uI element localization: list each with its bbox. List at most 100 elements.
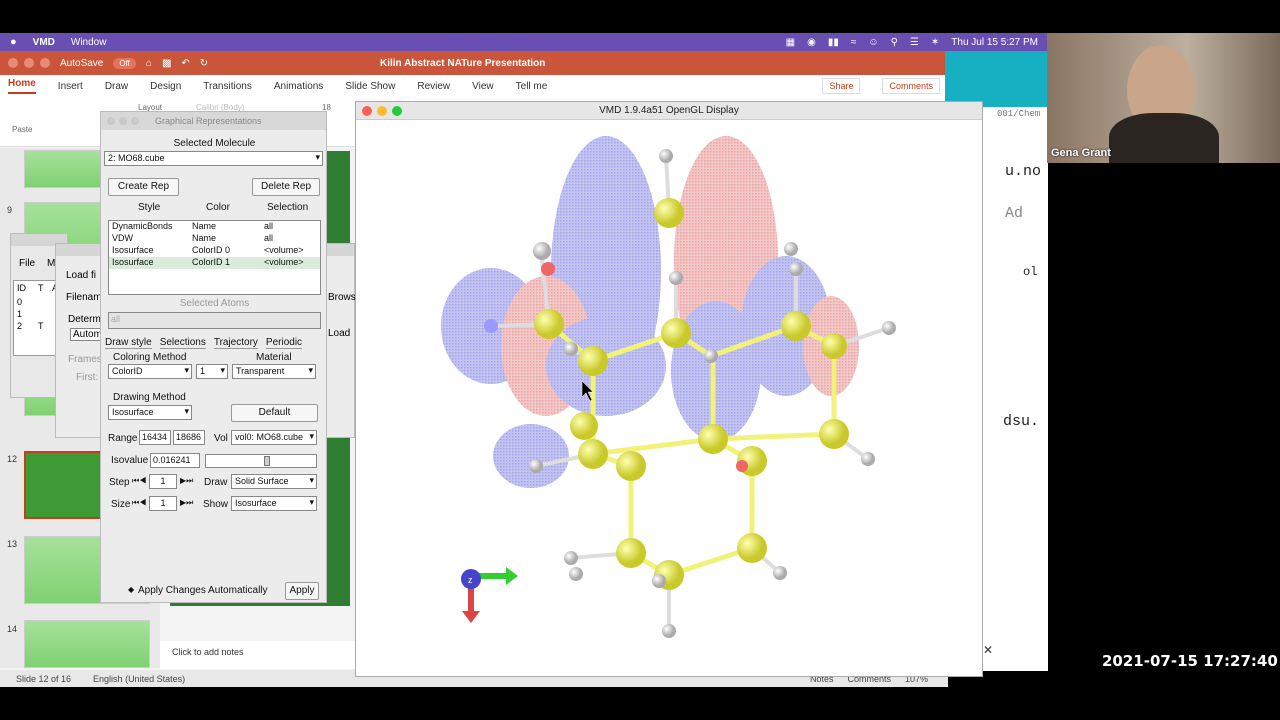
vol-label: Vol	[214, 433, 228, 444]
menu-window[interactable]: Window	[71, 37, 107, 48]
load-button[interactable]: Load	[328, 328, 350, 339]
close-icon[interactable]	[362, 105, 372, 116]
step-increment-icon[interactable]: ▶⏭	[180, 476, 193, 486]
rep-color: Name	[192, 221, 217, 231]
user-icon[interactable]: ☺	[868, 37, 878, 48]
tab-view[interactable]: View	[472, 81, 494, 92]
draw-select[interactable]: Solid Surface	[231, 474, 317, 489]
reps-list[interactable]: DynamicBonds Name all VDW Name all Isosu…	[108, 220, 321, 295]
volume-select[interactable]: vol0: MO68.cube	[231, 430, 317, 445]
ppt-titlebar: AutoSave Off ⌂ ▩ ↶ ↻ Kilin Abstract NATu…	[0, 51, 948, 75]
tab-transitions[interactable]: Transitions	[203, 81, 252, 92]
tab-home[interactable]: Home	[8, 78, 36, 94]
create-rep-button[interactable]: Create Rep	[108, 178, 179, 196]
tab-draw[interactable]: Draw	[105, 81, 128, 92]
code-fragment: ol	[1023, 265, 1038, 279]
apple-icon[interactable]: ●	[10, 36, 17, 48]
siri-icon[interactable]: ✶	[931, 37, 939, 48]
mol-id[interactable]: 0	[17, 297, 22, 307]
macos-menubar: ● VMD Window ▦ ◉ ▮▮ ≈ ☺ ⚲ ☰ ✶ Thu Jul 15…	[0, 33, 1048, 51]
home-icon[interactable]: ⌂	[146, 58, 152, 69]
tab-insert[interactable]: Insert	[58, 81, 83, 92]
selected-atoms-input[interactable]: all	[108, 312, 321, 329]
rep-color: ColorID 0	[192, 245, 231, 255]
delete-rep-button[interactable]: Delete Rep	[252, 178, 320, 196]
drawing-method-select[interactable]: Isosurface	[108, 405, 192, 420]
axis-z-label: z	[468, 575, 473, 585]
step-decrement-icon[interactable]: ⏮◀	[132, 476, 146, 486]
rep-selection: <volume>	[264, 257, 304, 267]
tab-animations[interactable]: Animations	[274, 81, 323, 92]
size-input[interactable]: 1	[149, 496, 177, 511]
show-select[interactable]: Isosurface	[231, 496, 317, 511]
gl-titlebar: VMD 1.9.4a51 OpenGL Display	[356, 102, 982, 120]
window-controls[interactable]	[362, 105, 402, 116]
autosave-toggle[interactable]: Off	[113, 57, 136, 69]
isovalue-input[interactable]: 0.016241	[150, 453, 200, 468]
comments-button[interactable]: Comments	[882, 78, 940, 94]
slider-knob[interactable]	[264, 456, 270, 466]
rep-row-selected[interactable]: Isosurface ColorID 1 <volume>	[109, 257, 320, 269]
step-input[interactable]: 1	[149, 474, 177, 489]
grid-icon[interactable]: ▦	[786, 37, 795, 48]
ribbon-tabs: Home Insert Draw Design Transitions Anim…	[0, 75, 948, 97]
isovalue-slider[interactable]	[205, 454, 317, 468]
menu-file[interactable]: File	[19, 258, 35, 269]
thumb-number: 13	[7, 539, 18, 549]
rep-row[interactable]: VDW Name all	[109, 233, 320, 245]
selected-molecule-select[interactable]: 2: MO68.cube	[104, 151, 323, 166]
slide-thumb-14[interactable]	[24, 620, 150, 668]
undo-icon[interactable]: ↶	[181, 58, 189, 69]
gr-title: Graphical Representations	[155, 116, 262, 126]
slide-thumb-12[interactable]	[24, 451, 104, 519]
tab-slideshow[interactable]: Slide Show	[345, 81, 395, 92]
menu-app-vmd[interactable]: VMD	[33, 37, 55, 48]
tab-tell-me[interactable]: Tell me	[516, 81, 548, 92]
tab-periodic[interactable]: Periodic	[265, 337, 303, 349]
color-id-select[interactable]: 1	[196, 364, 228, 379]
size-increment-icon[interactable]: ▶⏭	[180, 498, 193, 508]
menubar-datetime[interactable]: Thu Jul 15 5:27 PM	[951, 37, 1038, 48]
mol-id[interactable]: 1	[17, 309, 22, 319]
rep-row[interactable]: DynamicBonds Name all	[109, 221, 320, 233]
mol-id[interactable]: 2	[17, 321, 22, 331]
size-decrement-icon[interactable]: ⏮◀	[132, 498, 146, 508]
mol-type: T	[38, 321, 44, 331]
default-button[interactable]: Default	[231, 404, 318, 422]
rep-color: Name	[192, 233, 217, 243]
window-controls[interactable]	[8, 58, 50, 68]
language-status[interactable]: English (United States)	[93, 674, 185, 684]
wifi-icon[interactable]: ≈	[851, 37, 857, 48]
molecule-viewport[interactable]: z	[356, 121, 982, 677]
drawing-method-label: Drawing Method	[113, 392, 186, 403]
zoom-icon[interactable]	[392, 105, 402, 116]
rep-row[interactable]: Isosurface ColorID 0 <volume>	[109, 245, 320, 257]
material-select[interactable]: Transparent	[232, 364, 316, 379]
control-center-icon[interactable]: ☰	[910, 37, 919, 48]
redo-icon[interactable]: ↻	[200, 58, 208, 69]
apply-auto-checkbox[interactable]: ◆	[128, 585, 134, 594]
isovalue-label: Isovalue	[111, 455, 149, 466]
tab-review[interactable]: Review	[417, 81, 450, 92]
range-max-input[interactable]: 18686	[173, 430, 205, 445]
col-id: ID	[17, 283, 26, 293]
coloring-method-select[interactable]: ColorID	[108, 364, 192, 379]
minimize-icon[interactable]	[377, 105, 387, 116]
webcam-feed: Gena Grant	[1047, 33, 1280, 163]
document-title: Kilin Abstract NATure Presentation	[380, 57, 546, 69]
tab-trajectory[interactable]: Trajectory	[213, 337, 258, 349]
paste-button[interactable]: Paste	[12, 125, 32, 134]
save-icon[interactable]: ▩	[162, 58, 171, 69]
record-icon[interactable]: ◉	[807, 37, 816, 48]
axes-indicator: z	[461, 567, 518, 623]
tab-draw-style[interactable]: Draw style	[105, 337, 152, 349]
range-min-input[interactable]: 16434	[139, 430, 171, 445]
close-icon[interactable]: ✕	[983, 643, 993, 657]
tab-selections[interactable]: Selections	[159, 337, 206, 349]
tab-design[interactable]: Design	[150, 81, 181, 92]
battery-icon[interactable]: ▮▮	[828, 37, 839, 48]
apply-button[interactable]: Apply	[285, 582, 319, 600]
search-icon[interactable]: ⚲	[891, 37, 898, 48]
participant-name: Gena Grant	[1051, 147, 1111, 159]
share-button[interactable]: Share	[822, 78, 861, 94]
